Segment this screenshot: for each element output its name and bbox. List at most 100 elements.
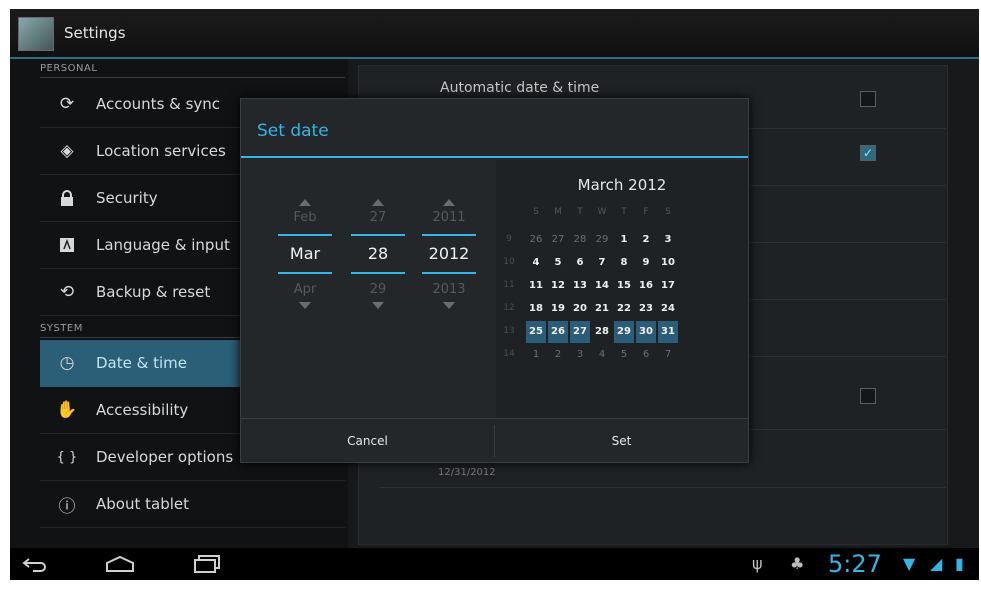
calendar-day[interactable]: 29	[592, 229, 612, 251]
tablet-screen: Settings PERSONAL ⟳ Accounts & sync ◈ Lo…	[10, 9, 979, 580]
calendar-day[interactable]: 13	[570, 275, 590, 297]
calendar-day[interactable]: 23	[636, 298, 656, 320]
calendar-day[interactable]: 14	[592, 275, 612, 297]
calendar-day[interactable]: 17	[658, 275, 678, 297]
calendar-day[interactable]: 1	[614, 229, 634, 251]
calendar-day[interactable]: 11	[526, 275, 546, 297]
calendar-day[interactable]: 1	[526, 344, 546, 366]
calendar-day[interactable]: 7	[592, 252, 612, 274]
calendar-day[interactable]: 22	[614, 298, 634, 320]
month-next[interactable]: Apr	[275, 278, 335, 302]
day-increment-icon[interactable]	[372, 199, 384, 206]
action-bar: Settings	[10, 9, 979, 59]
automatic-time-zone-checkbox[interactable]: ✓	[860, 145, 876, 161]
calendar-day[interactable]: 4	[526, 252, 546, 274]
set-button[interactable]: Set	[495, 419, 748, 463]
calendar-day[interactable]: 4	[592, 344, 612, 366]
calendar-day[interactable]: 3	[658, 229, 678, 251]
weekday-label: F	[643, 207, 649, 217]
year-increment-icon[interactable]	[443, 199, 455, 206]
automatic-date-time-checkbox[interactable]	[860, 91, 876, 107]
day-decrement-icon[interactable]	[372, 302, 384, 309]
weekday-label: S	[665, 207, 671, 217]
set-date-dialog: Set date Feb Mar Apr 27 28 29 2011 2012 …	[240, 98, 749, 463]
month-current[interactable]: Mar	[278, 234, 332, 274]
weekday-label: M	[554, 207, 562, 217]
calendar-day[interactable]: 15	[614, 275, 634, 297]
week-number: 11	[503, 280, 515, 290]
status-clock: 5:27	[828, 550, 882, 578]
calendar-day[interactable]: 3	[570, 344, 590, 366]
sidebar-item-about-tablet[interactable]: ⓘ About tablet	[40, 481, 345, 528]
calendar-day[interactable]: 9	[636, 252, 656, 274]
cancel-button[interactable]: Cancel	[241, 419, 494, 463]
year-prev[interactable]: 2011	[419, 206, 479, 230]
app-title: Settings	[64, 24, 126, 42]
calendar-day[interactable]: 19	[548, 298, 568, 320]
automatic-date-time-label: Automatic date & time	[440, 80, 600, 96]
signal-icon: ◢	[930, 554, 943, 573]
calendar-day[interactable]: 7	[658, 344, 678, 366]
android-debug-icon: ♣	[790, 554, 805, 573]
dialog-title: Set date	[257, 121, 329, 141]
year-current[interactable]: 2012	[422, 234, 476, 274]
week-number: 12	[503, 303, 515, 313]
week-number: 9	[506, 234, 512, 244]
calendar-day[interactable]: 6	[636, 344, 656, 366]
calendar-day[interactable]: 24	[658, 298, 678, 320]
month-prev[interactable]: Feb	[275, 206, 335, 230]
week-number: 14	[503, 349, 515, 359]
calendar-day[interactable]: 21	[592, 298, 612, 320]
calendar-day[interactable]: 18	[526, 298, 546, 320]
date-format-summary: 12/31/2012	[438, 467, 496, 478]
home-icon[interactable]	[100, 548, 140, 580]
lock-icon	[56, 187, 78, 209]
calendar-day[interactable]: 8	[614, 252, 634, 274]
use-24-hour-checkbox[interactable]	[860, 388, 876, 404]
year-picker[interactable]: 2011 2012 2013	[419, 199, 479, 309]
calendar-month-header: March 2012	[577, 176, 667, 194]
calendar-view[interactable]: March 2012 SMTWTFS 9 26 27 28 29 1 2 3 10 4 5 6 7 8 9 1…	[496, 160, 748, 418]
calendar-day[interactable]: 20	[570, 298, 590, 320]
dialog-button-bar: Cancel Set	[241, 418, 748, 463]
calendar-day[interactable]: 27	[570, 321, 590, 343]
recent-apps-icon[interactable]	[187, 548, 227, 580]
year-next[interactable]: 2013	[419, 278, 479, 302]
personal-header: PERSONAL	[40, 63, 98, 74]
month-picker[interactable]: Feb Mar Apr	[275, 199, 335, 309]
weekday-label: S	[533, 207, 539, 217]
calendar-day[interactable]: 5	[614, 344, 634, 366]
back-icon[interactable]	[14, 548, 54, 580]
month-increment-icon[interactable]	[299, 199, 311, 206]
wifi-icon: ▼	[903, 554, 916, 573]
calendar-day[interactable]: 12	[548, 275, 568, 297]
calendar-day[interactable]: 2	[636, 229, 656, 251]
month-decrement-icon[interactable]	[299, 302, 311, 309]
calendar-day[interactable]: 2	[548, 344, 568, 366]
calendar-day[interactable]: 30	[636, 321, 656, 343]
calendar-day[interactable]: 26	[548, 321, 568, 343]
calendar-day[interactable]: 26	[526, 229, 546, 251]
weekday-label: T	[621, 207, 627, 217]
day-picker[interactable]: 27 28 29	[348, 199, 408, 309]
calendar-day[interactable]: 28	[570, 229, 590, 251]
backup-icon: ⟲	[59, 282, 75, 302]
info-icon: ⓘ	[58, 496, 76, 517]
calendar-day[interactable]: 31	[658, 321, 678, 343]
year-decrement-icon[interactable]	[443, 302, 455, 309]
day-next[interactable]: 29	[348, 278, 408, 302]
week-number: 10	[503, 257, 515, 267]
calendar-day[interactable]: 27	[548, 229, 568, 251]
calendar-day[interactable]: 25	[526, 321, 546, 343]
calendar-day[interactable]: 10	[658, 252, 678, 274]
settings-app-icon[interactable]	[18, 17, 54, 51]
location-icon: ◈	[60, 141, 74, 161]
calendar-day[interactable]: 5	[548, 252, 568, 274]
day-current[interactable]: 28	[351, 234, 405, 274]
week-number: 13	[503, 326, 515, 336]
calendar-day[interactable]: 29	[614, 321, 634, 343]
calendar-day[interactable]: 6	[570, 252, 590, 274]
calendar-day[interactable]: 16	[636, 275, 656, 297]
calendar-day[interactable]: 28	[592, 321, 612, 343]
day-prev[interactable]: 27	[348, 206, 408, 230]
